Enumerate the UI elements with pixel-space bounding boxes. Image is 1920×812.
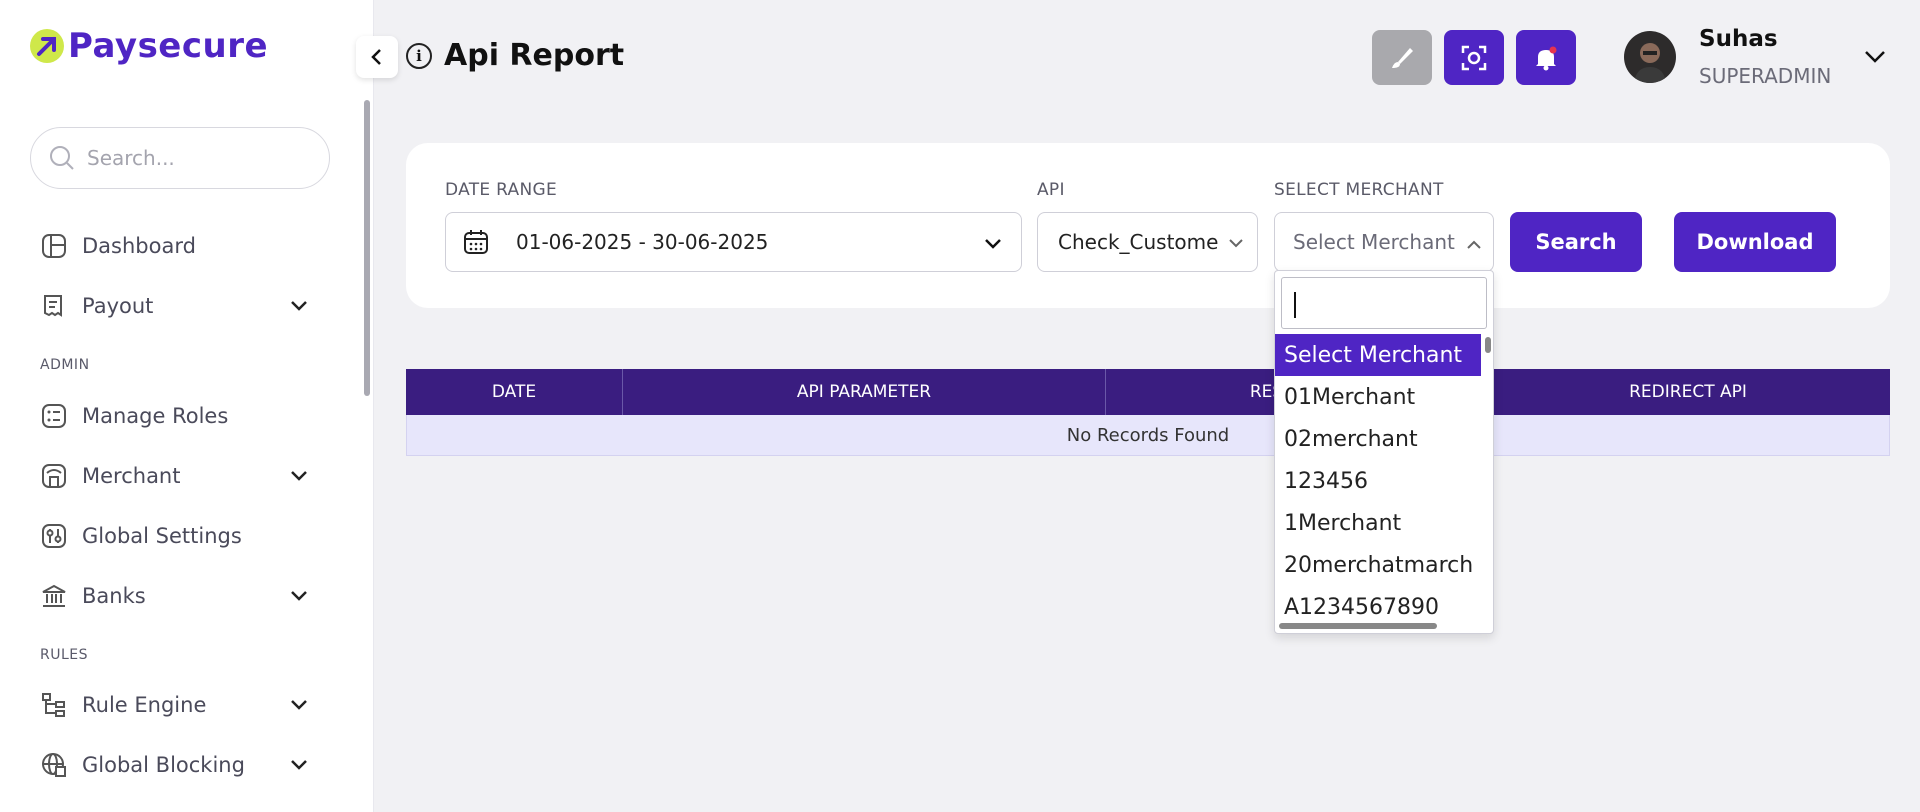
sidebar-scrollbar[interactable] [364, 100, 370, 396]
chevron-down-icon [985, 239, 1001, 249]
merchant-dropdown: Select Merchant 01Merchant 02merchant 12… [1274, 270, 1494, 634]
bank-icon [40, 582, 68, 610]
chevron-down-icon [291, 760, 307, 770]
merchant-label: SELECT MERCHANT [1274, 180, 1444, 200]
merchant-option-list: Select Merchant 01Merchant 02merchant 12… [1275, 334, 1481, 628]
download-button[interactable]: Download [1674, 212, 1836, 272]
column-header: DATE [406, 369, 623, 415]
dropdown-vertical-scrollbar[interactable] [1485, 337, 1491, 353]
notifications-button[interactable] [1516, 30, 1576, 85]
sidebar-item-banks[interactable]: Banks [40, 576, 310, 616]
sidebar-item-merchant[interactable]: Merchant [40, 456, 310, 496]
merchant-option[interactable]: 20merchatmarch [1275, 544, 1481, 586]
sidebar-item-dashboard[interactable]: Dashboard [40, 226, 310, 266]
api-select[interactable]: Check_Customer [1037, 212, 1258, 272]
merchant-option[interactable]: A1234567890 [1275, 586, 1481, 628]
sidebar-collapse-button[interactable] [356, 36, 398, 78]
screenshot-button[interactable] [1444, 30, 1504, 85]
chevron-down-icon [291, 301, 307, 311]
table-header: DATE API PARAMETER RESPONSE REDIRECT API [406, 369, 1890, 415]
user-photo-icon [1634, 43, 1666, 83]
user-name: Suhas [1699, 26, 1778, 52]
merchant-option[interactable]: Select Merchant [1275, 334, 1481, 376]
chevron-down-icon [291, 471, 307, 481]
sidebar-item-label: Merchant [82, 464, 181, 488]
chevron-left-icon [371, 49, 381, 65]
sidebar-item-label: Rule Engine [82, 693, 207, 717]
merchant-select-value: Select Merchant [1293, 230, 1455, 254]
info-icon[interactable]: i [406, 42, 432, 69]
merchant-option[interactable]: 123456 [1275, 460, 1481, 502]
search-button[interactable]: Search [1510, 212, 1642, 272]
clear-cache-button[interactable] [1372, 30, 1432, 85]
page-title: i Api Report [406, 38, 624, 73]
chevron-up-icon [1467, 240, 1481, 249]
globe-grid-icon [40, 751, 68, 779]
user-role: SUPERADMIN [1699, 64, 1832, 88]
date-range-picker[interactable]: 01-06-2025 - 30-06-2025 [445, 212, 1022, 272]
chevron-down-icon [291, 700, 307, 710]
api-label: API [1037, 180, 1065, 200]
sidebar-item-manage-roles[interactable]: Manage Roles [40, 396, 310, 436]
sidebar-item-rule-engine[interactable]: Rule Engine [40, 685, 310, 725]
merchant-option[interactable]: 01Merchant [1275, 376, 1481, 418]
focus-icon [1461, 45, 1487, 70]
sidebar-item-global-settings[interactable]: Global Settings [40, 516, 310, 556]
merchant-dropdown-search[interactable] [1281, 277, 1487, 329]
sidebar-item-label: Dashboard [82, 234, 196, 258]
sidebar-item-label: Banks [82, 584, 146, 608]
receipt-icon [40, 292, 68, 320]
chevron-down-icon [1229, 239, 1243, 248]
avatar[interactable] [1624, 31, 1676, 83]
chevron-down-icon [291, 591, 307, 601]
bell-icon [1536, 46, 1557, 70]
chevron-down-icon[interactable] [1862, 46, 1888, 68]
date-range-value: 01-06-2025 - 30-06-2025 [516, 230, 769, 254]
sidebar-search-input[interactable] [87, 146, 307, 170]
sidebar: Paysecure Dashboard Payout ADMIN Manage … [0, 0, 374, 812]
sidebar-item-global-blocking[interactable]: Global Blocking [40, 745, 310, 785]
store-icon [40, 462, 68, 490]
brand-logo[interactable]: Paysecure [30, 26, 268, 66]
page-title-text: Api Report [444, 38, 625, 73]
api-report-table: DATE API PARAMETER RESPONSE REDIRECT API… [406, 369, 1890, 456]
sidebar-item-label: Manage Roles [82, 404, 229, 428]
merchant-select[interactable]: Select Merchant [1274, 212, 1494, 272]
section-label-rules: RULES [40, 647, 89, 663]
empty-state: No Records Found [406, 415, 1890, 456]
sidebar-search[interactable] [30, 127, 330, 189]
sidebar-item-payout[interactable]: Payout [40, 286, 310, 326]
api-select-value: Check_Customer [1058, 230, 1218, 254]
merchant-option[interactable]: 1Merchant [1275, 502, 1481, 544]
text-caret [1294, 292, 1296, 318]
search-icon [50, 146, 74, 170]
section-label-admin: ADMIN [40, 357, 90, 373]
logo-mark-icon [30, 29, 64, 63]
sidebar-item-label: Payout [82, 294, 154, 318]
sidebar-item-label: Global Settings [82, 524, 242, 548]
sliders-icon [40, 522, 68, 550]
dropdown-horizontal-scrollbar[interactable] [1279, 623, 1437, 629]
tree-icon [40, 691, 68, 719]
dashboard-icon [40, 232, 68, 260]
brush-icon [1392, 47, 1413, 68]
sidebar-item-label: Global Blocking [82, 753, 245, 777]
merchant-option[interactable]: 02merchant [1275, 418, 1481, 460]
list-icon [40, 402, 68, 430]
column-header: REDIRECT API [1629, 382, 1747, 402]
calendar-icon [464, 230, 488, 254]
date-range-label: DATE RANGE [445, 180, 558, 200]
brand-name: Paysecure [68, 26, 269, 66]
column-header: API PARAMETER [623, 369, 1106, 415]
